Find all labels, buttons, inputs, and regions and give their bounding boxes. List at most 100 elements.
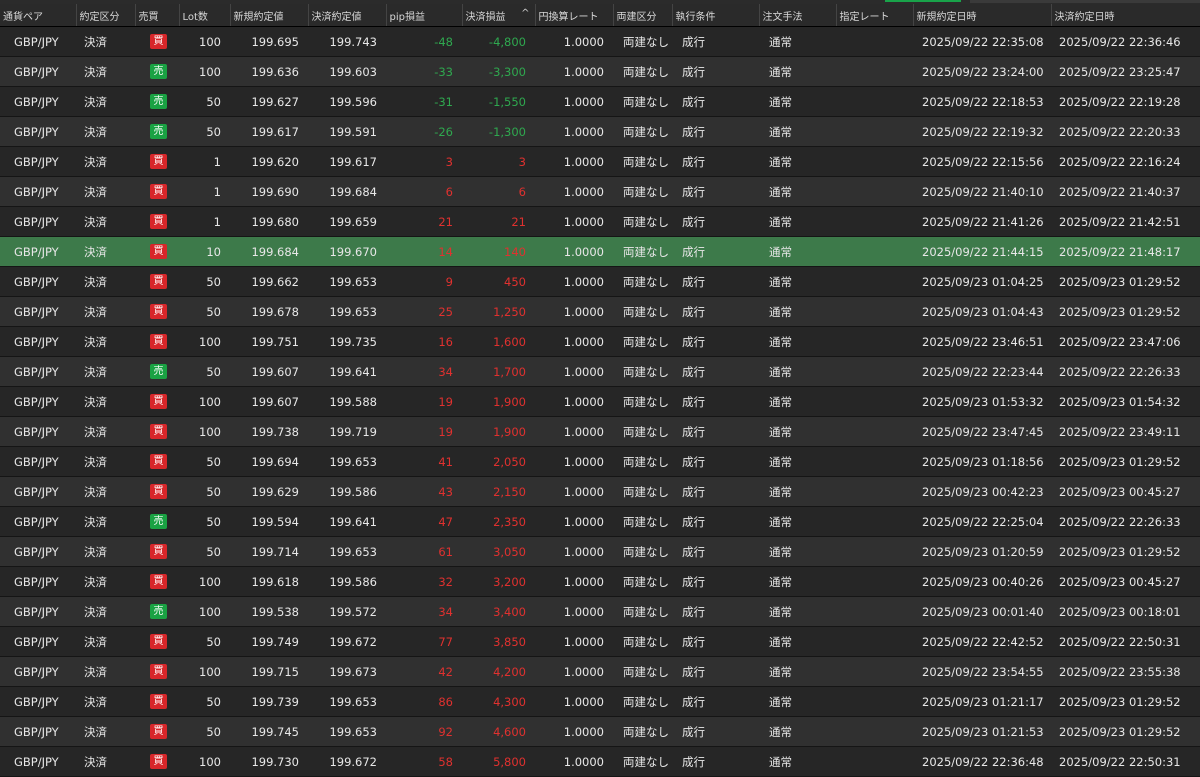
cell-close-rate-text: 199.603 [329,64,377,79]
column-header-pl[interactable]: 決済損益 ^ [461,4,535,27]
cell-close-rate: 199.641 [308,506,386,537]
cell-pip: 61 [386,536,462,567]
table-row[interactable]: GBP/JPY 決済 買 1 199.690 199.684 6 6 1.0000 両建なし 成行 通… [0,176,1200,207]
table-row[interactable]: GBP/JPY 決済 買 100 199.715 199.673 42 4,200 1.0000… [0,656,1200,687]
buy-badge: 買 [150,34,167,49]
cell-side: 買 [135,206,179,237]
cell-hedge: 両建なし [613,566,672,597]
column-header-yen-rate[interactable]: 円換算レート [534,4,613,27]
cell-kbn: 決済 [76,686,135,717]
cell-open-time: 2025/09/23 00:01:40 [913,596,1051,627]
table-row[interactable]: GBP/JPY 決済 買 100 199.695 199.743 -48 -4,800 1.00… [0,26,1200,57]
cell-side: 買 [135,176,179,207]
cell-pair: GBP/JPY [0,176,76,207]
cell-method: 通常 [759,86,836,117]
column-header-kbn[interactable]: 約定区分 [75,4,135,27]
column-header-limit-rate[interactable]: 指定レート [835,4,913,27]
cell-open-rate-text: 199.538 [251,604,299,619]
column-header-close-rate[interactable]: 決済約定値 [307,4,386,27]
table-row[interactable]: GBP/JPY 決済 買 50 199.745 199.653 92 4,600 1.0000 両… [0,716,1200,747]
cell-close-rate-text: 199.735 [329,334,377,349]
cell-open-rate-text: 199.749 [251,634,299,649]
column-header-close-time[interactable]: 決済約定日時 [1050,4,1200,27]
table-row[interactable]: GBP/JPY 決済 買 100 199.607 199.588 19 1,900 1.0000… [0,386,1200,417]
column-header-pair[interactable]: 通貨ペア [0,4,76,27]
cell-close-time-text: 2025/09/22 23:49:11 [1059,424,1181,439]
table-row[interactable]: GBP/JPY 決済 買 100 199.618 199.586 32 3,200 1.0000… [0,566,1200,597]
table-row[interactable]: GBP/JPY 決済 買 1 199.620 199.617 3 3 1.0000 両建なし 成行 通… [0,146,1200,177]
table-row[interactable]: GBP/JPY 決済 買 1 199.680 199.659 21 21 1.0000 両建なし成… [0,206,1200,237]
cell-side: 売 [135,86,179,117]
table-row[interactable]: GBP/JPY 決済 売 50 199.594 199.641 47 2,350 1.0000 両… [0,506,1200,537]
table-row[interactable]: GBP/JPY 決済 買 50 199.739 199.653 86 4,300 1.0000 両… [0,686,1200,717]
cell-close-time: 2025/09/22 21:42:51 [1051,206,1200,237]
table-row[interactable]: GBP/JPY 決済 買 50 199.694 199.653 41 2,050 1.0000 両… [0,446,1200,477]
cell-close-time: 2025/09/22 22:19:28 [1051,86,1200,117]
cell-kbn: 決済 [76,86,135,117]
cell-yen-rate-text: 1.0000 [563,634,604,649]
cell-limit-rate [836,686,913,717]
column-header-method[interactable]: 注文手法 [758,4,836,27]
cell-open-rate: 199.715 [230,656,308,687]
column-header-open-time[interactable]: 新規約定日時 [912,4,1051,27]
cell-lot: 100 [179,326,230,357]
table-row[interactable]: GBP/JPY 決済 買 100 199.751 199.735 16 1,600 1.0000… [0,326,1200,357]
cell-open-time-text: 2025/09/23 01:04:43 [922,304,1044,319]
cell-pair: GBP/JPY [0,206,76,237]
table-row[interactable]: GBP/JPY 決済 買 100 199.738 199.719 19 1,900 1.0000… [0,416,1200,447]
table-row[interactable]: GBP/JPY 決済 買 50 199.678 199.653 25 1,250 1.0000 両… [0,296,1200,327]
table-row[interactable]: GBP/JPY 決済 買 50 199.629 199.586 43 2,150 1.0000 両… [0,476,1200,507]
column-header-side[interactable]: 売買 [134,4,179,27]
table-row[interactable]: GBP/JPY 決済 売 50 199.627 199.596 -31 -1,550 1.000… [0,86,1200,117]
cell-method: 通常 [759,446,836,477]
cell-pl: 2,050 [462,446,535,477]
cell-yen-rate: 1.0000 [535,236,613,267]
cell-yen-rate: 1.0000 [535,566,613,597]
cell-limit-rate [836,266,913,297]
table-row[interactable]: GBP/JPY 決済 買 10 199.684 199.670 14 140 1.0000 両建な… [0,236,1200,267]
cell-hedge: 両建なし [613,716,672,747]
cell-open-rate-text: 199.738 [251,424,299,439]
cell-yen-rate: 1.0000 [535,146,613,177]
cell-close-rate-text: 199.641 [329,514,377,529]
buy-badge: 買 [150,544,167,559]
table-row[interactable]: GBP/JPY 決済 売 50 199.607 199.641 34 1,700 1.0000 両… [0,356,1200,387]
cell-close-rate-text: 199.672 [329,754,377,769]
table-row[interactable]: GBP/JPY 決済 買 50 199.662 199.653 9 450 1.0000 両建なし… [0,266,1200,297]
cell-close-rate: 199.591 [308,116,386,147]
cell-close-rate-text: 199.719 [329,424,377,439]
buy-badge: 買 [150,484,167,499]
cell-side: 買 [135,446,179,477]
table-row[interactable]: GBP/JPY 決済 買 50 199.714 199.653 61 3,050 1.0000 両… [0,536,1200,567]
cell-pl-text: 2,150 [493,484,526,499]
table-row[interactable]: GBP/JPY 決済 売 100 199.538 199.572 34 3,400 1.0000… [0,596,1200,627]
table-row[interactable]: GBP/JPY 決済 買 100 199.730 199.672 58 5,800 1.0000… [0,746,1200,777]
table-row[interactable]: GBP/JPY 決済 売 100 199.636 199.603 -33 -3,300 1.00… [0,56,1200,87]
cell-close-time: 2025/09/23 01:29:52 [1051,266,1200,297]
cell-yen-rate-text: 1.0000 [563,274,604,289]
table-row[interactable]: GBP/JPY 決済 売 50 199.617 199.591 -26 -1,300 1.000… [0,116,1200,147]
column-header-exec[interactable]: 執行条件 [671,4,759,27]
cell-lot-text: 100 [199,604,221,619]
cell-method-text: 通常 [769,214,792,229]
cell-yen-rate: 1.0000 [535,266,613,297]
cell-open-rate-text: 199.607 [251,394,299,409]
cell-side: 売 [135,506,179,537]
table-row[interactable]: GBP/JPY 決済 買 50 199.749 199.672 77 3,850 1.0000 両… [0,626,1200,657]
cell-kbn: 決済 [76,116,135,147]
cell-exec: 成行 [672,626,759,657]
sell-badge: 売 [150,64,167,79]
cell-kbn-text: 決済 [84,694,107,709]
cell-close-time: 2025/09/22 21:40:37 [1051,176,1200,207]
cell-pip: 25 [386,296,462,327]
column-header-pip[interactable]: pip損益 [385,4,462,27]
column-header-hedge[interactable]: 両建区分 [612,4,672,27]
cell-open-rate: 199.538 [230,596,308,627]
buy-badge: 買 [150,664,167,679]
cell-kbn-text: 決済 [84,424,107,439]
column-header-lot[interactable]: Lot数 [178,4,230,27]
cell-side: 買 [135,716,179,747]
cell-close-time-text: 2025/09/22 22:50:31 [1059,634,1181,649]
cell-exec: 成行 [672,296,759,327]
column-header-open-rate[interactable]: 新規約定値 [229,4,308,27]
